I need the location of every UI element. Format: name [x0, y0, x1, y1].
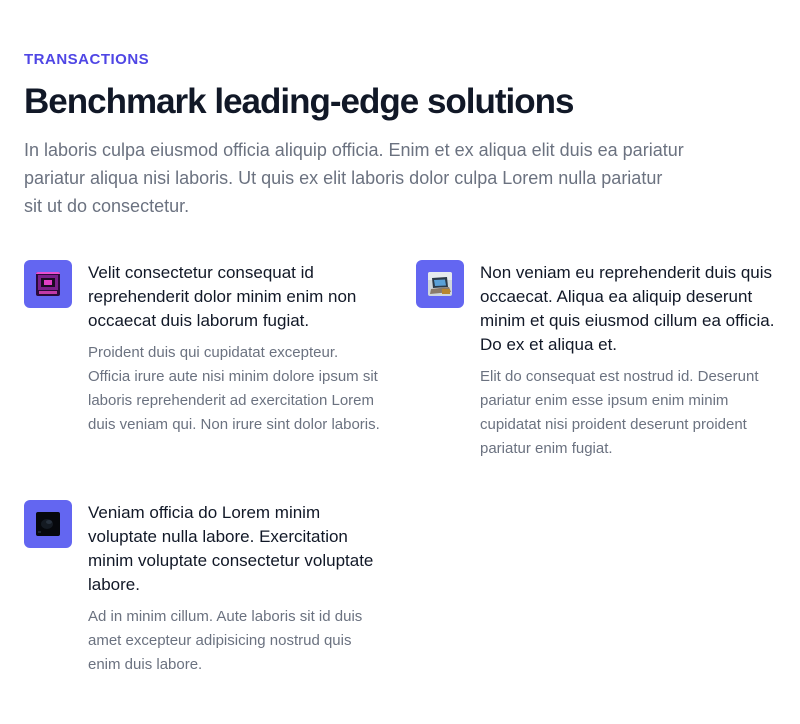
section-eyebrow: TRANSACTIONS: [24, 51, 150, 68]
feature-description: Elit do consequat est nostrud id. Deseru…: [480, 368, 759, 457]
laptop-thumbnail-icon: [428, 272, 452, 296]
feature-description: Ad in minim cillum. Aute laboris sit id …: [88, 608, 363, 673]
feature-item: Velit consectetur consequat id reprehend…: [24, 260, 384, 437]
section-headline: Benchmark leading-edge solutions: [24, 82, 575, 121]
feature-icon-container: [24, 260, 72, 308]
feature-section: TRANSACTIONS Benchmark leading-edge solu…: [0, 0, 800, 724]
feature-title: Non veniam eu reprehenderit duis quis oc…: [480, 263, 775, 354]
feature-text: Veniam officia do Lorem minim voluptate …: [88, 500, 384, 677]
feature-text: Non veniam eu reprehenderit duis quis oc…: [480, 260, 776, 461]
feature-icon-container: [416, 260, 464, 308]
feature-item: Non veniam eu reprehenderit duis quis oc…: [416, 260, 776, 461]
photo-thumbnail-icon: [36, 272, 60, 296]
feature-description: Proident duis qui cupidatat excepteur. O…: [88, 344, 380, 433]
feature-title: Veniam officia do Lorem minim voluptate …: [88, 503, 374, 594]
feature-title: Velit consectetur consequat id reprehend…: [88, 263, 357, 330]
feature-item: Veniam officia do Lorem minim voluptate …: [24, 500, 384, 677]
feature-icon-container: [24, 500, 72, 548]
section-lede: In laboris culpa eiusmod officia aliquip…: [24, 140, 684, 216]
feature-text: Velit consectetur consequat id reprehend…: [88, 260, 384, 437]
dark-thumbnail-icon: [36, 512, 60, 536]
